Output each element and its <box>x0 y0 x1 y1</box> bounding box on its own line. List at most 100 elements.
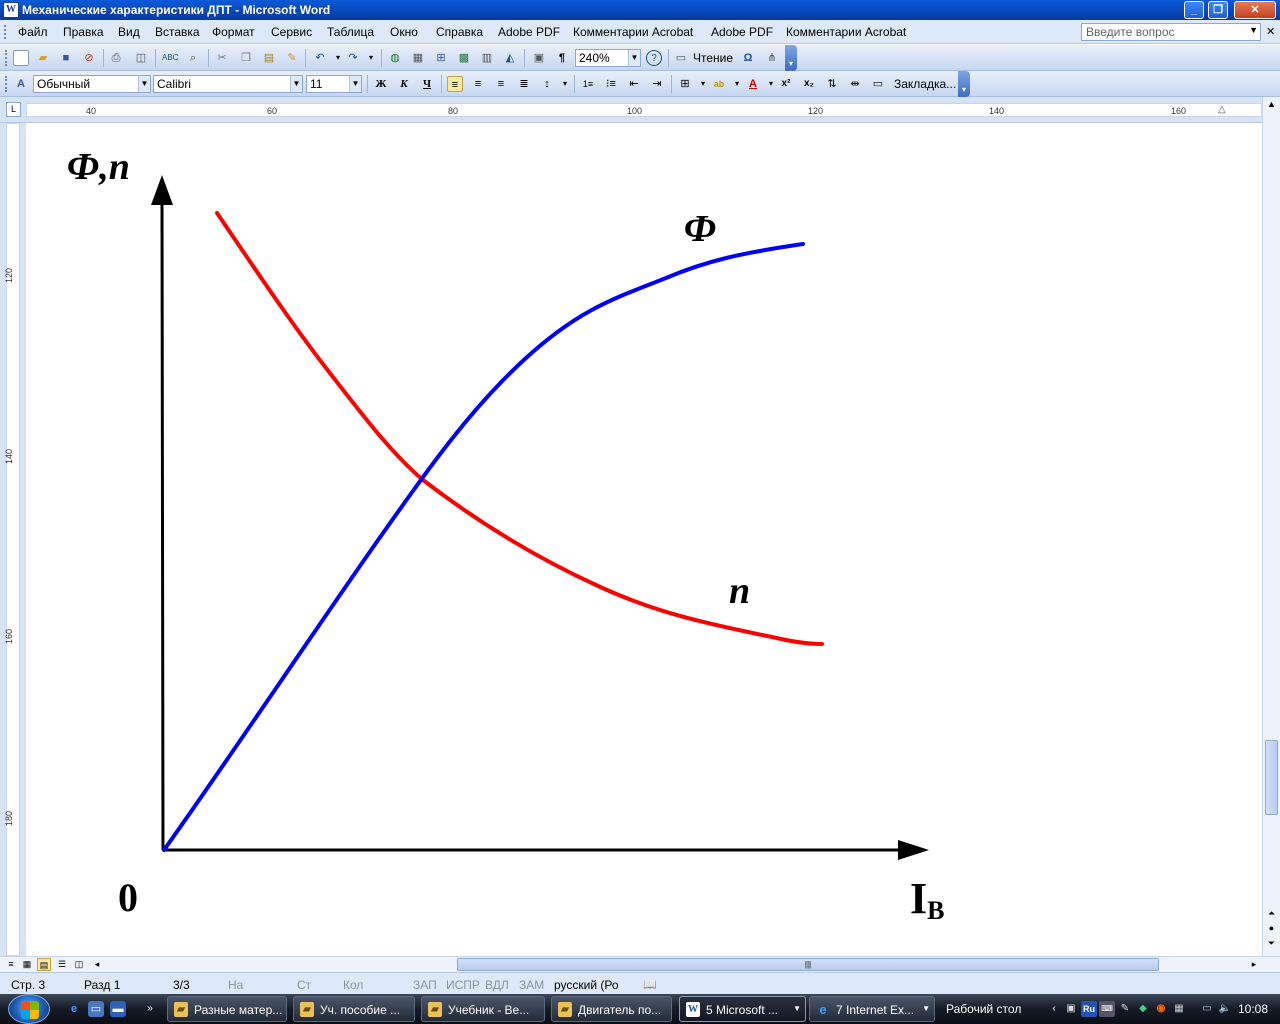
toolbar-options-icon[interactable]: ▾ <box>785 45 797 71</box>
drawing-icon[interactable]: ◭ <box>502 50 518 66</box>
indent-marker-icon[interactable]: △ <box>1218 104 1226 115</box>
print-layout-icon[interactable]: ▤ <box>37 958 51 971</box>
increase-indent-icon[interactable]: ⇥ <box>649 76 665 92</box>
start-button[interactable] <box>8 994 50 1024</box>
status-language[interactable]: русский (Ро <box>554 978 619 992</box>
bold-button[interactable]: Ж <box>373 76 389 92</box>
text-direction-icon[interactable]: ⇅ <box>824 76 840 92</box>
web-view-icon[interactable]: ▦ <box>20 958 34 971</box>
bookmark-button[interactable]: Закладка... <box>894 77 956 91</box>
menu-tools[interactable]: Сервис <box>271 25 312 39</box>
vertical-scrollbar[interactable]: ▲ ⏶ ● ⏷ <box>1262 97 1280 956</box>
task-button[interactable]: ▰ Учебник - Ве... <box>421 996 545 1022</box>
scroll-right-icon[interactable]: ▸ <box>1247 958 1261 971</box>
distribute-icon[interactable]: ⇹ <box>847 76 863 92</box>
subscript-icon[interactable]: x₂ <box>801 76 817 92</box>
toolbar-grip[interactable] <box>5 50 8 66</box>
open-icon[interactable]: ▰ <box>35 50 51 66</box>
vertical-scroll-thumb[interactable] <box>1265 740 1278 815</box>
next-page-icon[interactable]: ⏷ <box>1265 938 1278 949</box>
tables-borders-icon[interactable]: ▦ <box>410 50 426 66</box>
chevron-down-icon[interactable]: ▼ <box>290 76 302 92</box>
tray-volume-icon[interactable]: 🔈 <box>1217 1001 1233 1017</box>
tray-chrome-icon[interactable]: ◉ <box>1153 1001 1169 1017</box>
status-rec[interactable]: ЗАП <box>413 978 437 992</box>
task-button[interactable]: ▰ Двигатель по... <box>551 996 672 1022</box>
menu-table[interactable]: Таблица <box>327 25 374 39</box>
underline-button[interactable]: Ч <box>419 76 435 92</box>
menu-view[interactable]: Вид <box>118 25 140 39</box>
print-preview-icon[interactable]: ◫ <box>133 50 149 66</box>
permission-icon[interactable]: ⊘ <box>81 50 97 66</box>
language-indicator[interactable]: Ru <box>1081 1001 1097 1017</box>
chevron-down-icon[interactable]: ▼ <box>922 1004 930 1013</box>
reading-icon[interactable]: ▭ <box>673 50 689 66</box>
doc-close-icon[interactable]: ✕ <box>1266 25 1275 38</box>
chevron-down-icon[interactable]: ▼ <box>628 50 640 66</box>
font-color-dropdown-icon[interactable]: ▾ <box>763 76 779 92</box>
redo-dropdown-icon[interactable]: ▾ <box>363 50 379 66</box>
align-right-icon[interactable]: ≡ <box>493 76 509 92</box>
more-icon[interactable]: ⋔ <box>764 50 780 66</box>
menu-edit[interactable]: Правка <box>63 25 104 39</box>
cut-icon[interactable]: ✂ <box>214 50 230 66</box>
highlight-dropdown-icon[interactable]: ▾ <box>729 76 745 92</box>
save-icon[interactable]: ■ <box>58 50 74 66</box>
scroll-up-icon[interactable]: ▲ <box>1265 99 1278 109</box>
line-spacing-dropdown-icon[interactable]: ▾ <box>557 76 573 92</box>
horizontal-ruler[interactable]: L 40 60 80 100 120 140 160 △ <box>0 97 1280 123</box>
document-page[interactable]: Ф,n 0 IВ Ф n <box>26 123 1262 956</box>
research-icon[interactable]: ⌕ <box>185 50 201 66</box>
word-doc-icon[interactable]: W <box>3 2 19 18</box>
align-center-icon[interactable]: ≡ <box>470 76 486 92</box>
horizontal-scroll-thumb[interactable]: ||| <box>457 958 1159 971</box>
chevron-down-icon[interactable]: ▼ <box>1249 25 1258 35</box>
print-icon[interactable]: ⎙ <box>108 50 124 66</box>
vertical-ruler[interactable]: 120 140 160 180 <box>0 123 26 956</box>
menu-grip[interactable] <box>4 25 7 39</box>
font-size-select[interactable]: 11 ▼ <box>306 75 362 93</box>
tray-display-icon[interactable]: ▭ <box>1199 1001 1215 1017</box>
decrease-indent-icon[interactable]: ⇤ <box>626 76 642 92</box>
tray-tools-icon[interactable]: ✎ <box>1117 1001 1133 1017</box>
task-button[interactable]: ▰ Уч. пособие ... <box>293 996 415 1022</box>
hyperlink-icon[interactable]: ◍ <box>387 50 403 66</box>
highlight-icon[interactable]: ab <box>711 76 727 92</box>
chevron-down-icon[interactable]: ▼ <box>793 1004 801 1013</box>
toolbar-options-icon[interactable]: ▾ <box>958 71 970 97</box>
insert-excel-icon[interactable]: ▩ <box>456 50 472 66</box>
undo-dropdown-icon[interactable]: ▾ <box>330 50 346 66</box>
menu-adobe-pdf[interactable]: Adobe PDF <box>498 25 560 39</box>
style-select[interactable]: Обычный ▼ <box>33 75 151 93</box>
paste-icon[interactable]: ▤ <box>261 50 277 66</box>
tray-network-icon[interactable]: ▦ <box>1171 1001 1187 1017</box>
tray-keyboard-icon[interactable]: ⌨ <box>1099 1001 1115 1017</box>
status-ovr[interactable]: ЗАМ <box>519 978 544 992</box>
menu-insert[interactable]: Вставка <box>155 25 200 39</box>
menu-window[interactable]: Окно <box>390 25 418 39</box>
minimize-icon[interactable]: _ <box>1184 1 1204 19</box>
prev-page-icon[interactable]: ⏶ <box>1265 908 1278 919</box>
styles-pane-icon[interactable]: A <box>13 76 29 92</box>
borders-dropdown-icon[interactable]: ▾ <box>695 76 711 92</box>
explorer-quicklaunch-icon[interactable]: ▭ <box>88 1001 104 1017</box>
undo-icon[interactable]: ↶ <box>312 50 328 66</box>
quicklaunch-more-icon[interactable]: » <box>142 1001 158 1017</box>
tray-expand-icon[interactable]: ‹ <box>1046 1001 1062 1017</box>
task-button[interactable]: ▰ Разные матер... <box>167 996 287 1022</box>
insert-table-icon[interactable]: ⊞ <box>433 50 449 66</box>
font-select[interactable]: Calibri ▼ <box>153 75 303 93</box>
menu-acrobat-comments[interactable]: Комментарии Acrobat <box>573 25 693 39</box>
bookmark-icon[interactable]: ▭ <box>870 76 886 92</box>
close-icon[interactable]: ✕ <box>1234 1 1276 19</box>
spelling-status-icon[interactable]: 📖 <box>643 978 657 991</box>
tray-update-icon[interactable]: ◆ <box>1135 1001 1151 1017</box>
menu-help[interactable]: Справка <box>436 25 483 39</box>
status-trk[interactable]: ИСПР <box>446 978 480 992</box>
symbol-icon[interactable]: Ω <box>740 50 756 66</box>
desktop-toolbar-label[interactable]: Рабочий стол <box>946 1002 1021 1016</box>
zoom-select[interactable]: 240% ▼ <box>575 49 641 67</box>
chevron-down-icon[interactable]: ▼ <box>138 76 150 92</box>
normal-view-icon[interactable]: ≡ <box>4 958 18 971</box>
chevron-down-icon[interactable]: ▼ <box>349 76 361 92</box>
